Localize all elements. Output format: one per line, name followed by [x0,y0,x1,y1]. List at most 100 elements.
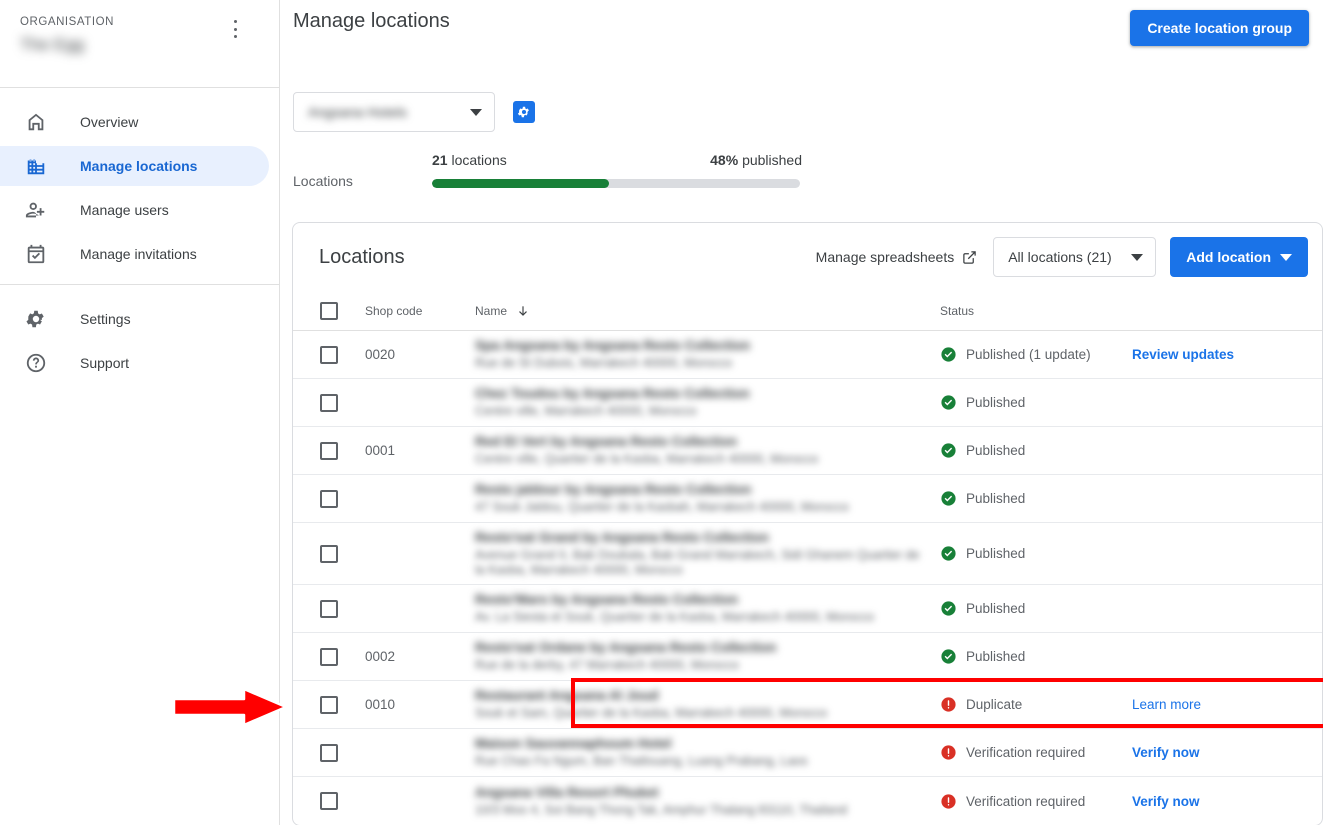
location-group-select[interactable]: Angsana Hotels [293,92,495,132]
location-address: 10/3 Moo 4, Soi Bang Thong Tak, Amphur T… [475,803,928,818]
table-row[interactable]: Chez Toudou by Angsana Resto CollectionC… [293,379,1322,427]
table-row[interactable]: Resto'Maro by Angsana Resto CollectionAv… [293,585,1322,633]
cell-status: Verification required [940,744,1132,761]
sort-descending-arrow-icon [516,304,530,318]
status-published-check-icon [940,600,957,617]
organisation-block: ORGANISATION The Egg [0,0,279,88]
page-title: Manage locations [293,10,450,33]
group-settings-gear-icon[interactable] [513,101,535,123]
row-checkbox[interactable] [320,490,338,508]
location-address: Rue de St Dubois, Marrakech 40000, Moroc… [475,356,928,371]
cell-shop-code: 0010 [365,697,475,712]
progress-stats: 21 locations 48% published [432,152,802,168]
table-row[interactable]: 0020Spa Angsana by Angsana Resto Collect… [293,331,1322,379]
locations-count: 21 locations [432,152,507,168]
manage-spreadsheets-link[interactable]: Manage spreadsheets [816,249,978,265]
sidebar-item-manage-users[interactable]: Manage users [0,190,269,230]
cell-name: Restaurant Angsana Al JoudSouk et Sam, Q… [475,688,940,721]
row-action-link[interactable]: Verify now [1132,745,1322,760]
table-row[interactable]: Angsana Villa Resort Phuket 10/3 Moo 4, S… [293,777,1322,825]
table-row[interactable]: Resto jaldour by Angsana Resto Collectio… [293,475,1322,523]
location-address: Souk et Sam, Quartier de la Kasba, Marra… [475,706,928,721]
location-name: Maison Sauvannaphoum Hotel [475,736,928,751]
main-content: Manage locations Create location group A… [280,0,1323,825]
sidebar-item-label: Manage locations [80,158,197,174]
column-header-status: Status [940,304,1132,318]
location-name: Spa Angsana by Angsana Resto Collection [475,338,928,353]
status-error-icon [940,744,957,761]
table-row[interactable]: 0010Restaurant Angsana Al JoudSouk et Sa… [293,681,1322,729]
location-name: Red Et Vert by Angsana Resto Collection [475,434,928,449]
status-published-check-icon [940,346,957,363]
locations-card-title: Locations [319,246,816,269]
sidebar-item-label: Support [80,355,129,371]
column-header-name-label: Name [475,304,507,318]
row-checkbox[interactable] [320,648,338,666]
row-checkbox-cell [293,696,365,714]
sidebar-item-overview[interactable]: Overview [0,102,269,142]
locations-card-header: Locations Manage spreadsheets All locati… [293,223,1322,291]
cell-status: Published [940,545,1132,562]
row-checkbox-cell [293,545,365,563]
status-published-check-icon [940,394,957,411]
cell-name: Resto'eat Grand by Angsana Resto Collect… [475,530,940,578]
progress-label: Locations [293,173,353,189]
row-checkbox[interactable] [320,744,338,762]
sidebar-item-settings[interactable]: Settings [0,299,269,339]
published-percent: 48% published [710,152,802,168]
create-location-group-button[interactable]: Create location group [1130,10,1309,46]
sidebar-item-manage-invitations[interactable]: Manage invitations [0,234,269,274]
select-all-checkbox[interactable] [320,302,338,320]
status-published-check-icon [940,442,957,459]
status-label: Published [966,546,1025,561]
status-published-check-icon [940,490,957,507]
location-group-value: Angsana Hotels [308,104,433,120]
column-header-shop-code[interactable]: Shop code [365,304,475,318]
row-checkbox[interactable] [320,792,338,810]
table-header-row: Shop code Name Status [293,291,1322,331]
select-all-cell [293,302,365,320]
location-name: Resto jaldour by Angsana Resto Collectio… [475,482,928,497]
row-checkbox[interactable] [320,394,338,412]
add-location-button[interactable]: Add location [1170,237,1308,277]
row-checkbox[interactable] [320,696,338,714]
row-checkbox[interactable] [320,442,338,460]
row-checkbox-cell [293,346,365,364]
row-checkbox-cell [293,600,365,618]
kebab-menu-icon[interactable] [226,18,244,40]
location-name: Angsana Villa Resort Phuket [475,785,928,800]
row-checkbox[interactable] [320,545,338,563]
table-row[interactable]: 0001Red Et Vert by Angsana Resto Collect… [293,427,1322,475]
sidebar-item-manage-locations[interactable]: Manage locations [0,146,269,186]
table-row[interactable]: Maison Sauvannaphoum HotelRue Chao Fa Ng… [293,729,1322,777]
chevron-down-icon [1131,254,1143,261]
row-action-link[interactable]: Verify now [1132,794,1322,809]
row-checkbox-cell [293,744,365,762]
sidebar-item-label: Manage invitations [80,246,197,262]
row-checkbox[interactable] [320,346,338,364]
status-published-check-icon [940,648,957,665]
row-checkbox[interactable] [320,600,338,618]
row-checkbox-cell [293,394,365,412]
row-action-link[interactable]: Learn more [1132,697,1322,712]
add-location-label: Add location [1186,249,1271,265]
table-row[interactable]: 0002Resto'eat Ordane by Angsana Resto Co… [293,633,1322,681]
table-row[interactable]: Resto'eat Grand by Angsana Resto Collect… [293,523,1322,585]
status-error-icon [940,696,957,713]
sidebar-item-support[interactable]: Support [0,343,269,383]
row-action-link[interactable]: Review updates [1132,347,1322,362]
column-header-name[interactable]: Name [475,304,940,318]
cell-status: Published [940,442,1132,459]
cell-name: Angsana Villa Resort Phuket 10/3 Moo 4, S… [475,785,940,818]
status-label: Published [966,649,1025,664]
locations-filter-select[interactable]: All locations (21) [993,237,1156,277]
sidebar: ORGANISATION The Egg Overview Manage loc… [0,0,280,825]
cell-name: Resto'eat Ordane by Angsana Resto Collec… [475,640,940,673]
cell-name: Resto'Maro by Angsana Resto CollectionAv… [475,592,940,625]
location-address: Centre ville, Marrakech 40000, Morocco [475,404,928,419]
status-label: Verification required [966,745,1085,760]
progress-bar-track [432,179,800,188]
cell-status: Duplicate [940,696,1132,713]
location-address: Avenue Grand II, Bab Doukala, Bab Grand … [475,548,928,578]
cell-shop-code: 0020 [365,347,475,362]
